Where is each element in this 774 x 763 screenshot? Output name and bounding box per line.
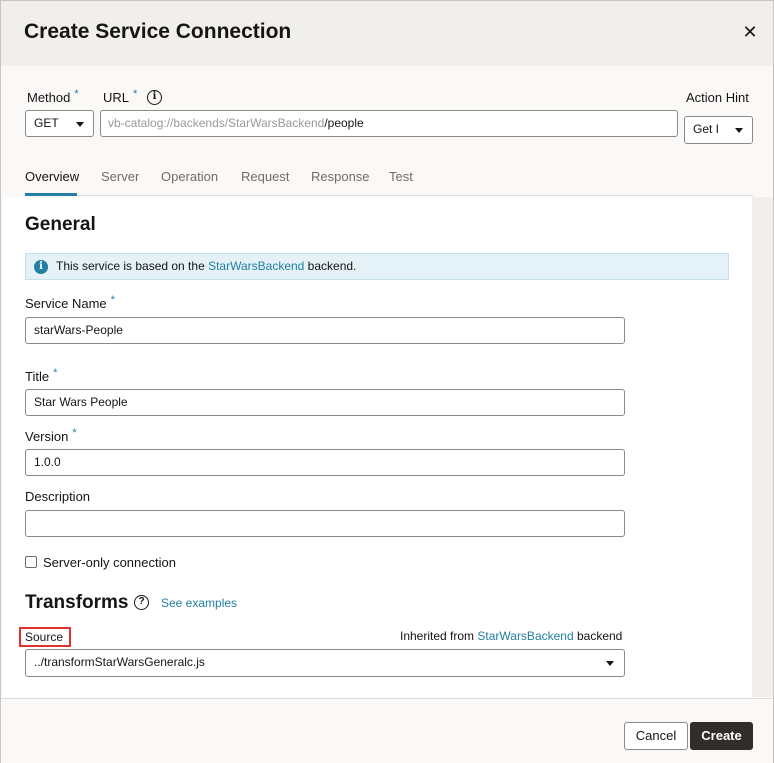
version-label-text: Version bbox=[25, 429, 69, 444]
title-label-text: Title bbox=[25, 369, 50, 384]
dialog-header: Create Service Connection ✕ bbox=[1, 1, 773, 66]
method-select[interactable]: GET bbox=[25, 110, 94, 137]
url-input[interactable]: vb-catalog://backends/StarWarsBackend/pe… bbox=[100, 110, 678, 137]
title-input[interactable]: Star Wars People bbox=[25, 389, 625, 416]
info-icon[interactable]: i bbox=[147, 90, 162, 105]
info-banner: i This service is based on the StarWarsB… bbox=[25, 253, 729, 280]
url-path: /people bbox=[324, 116, 364, 130]
url-label: URL * bbox=[103, 88, 138, 105]
required-marker: * bbox=[53, 367, 58, 379]
method-value: GET bbox=[34, 116, 59, 130]
tab-bar: Overview Server Operation Request Respon… bbox=[25, 161, 753, 196]
required-marker: * bbox=[110, 294, 115, 306]
service-name-label: Service Name * bbox=[25, 294, 115, 311]
inherited-backend-link[interactable]: StarWarsBackend bbox=[477, 629, 573, 643]
action-hint-label: Action Hint bbox=[686, 90, 749, 105]
transforms-heading: Transforms bbox=[25, 592, 129, 613]
inherited-prefix: Inherited from bbox=[400, 629, 478, 643]
see-examples-link[interactable]: See examples bbox=[161, 596, 237, 610]
required-marker: * bbox=[74, 88, 79, 100]
description-label: Description bbox=[25, 489, 91, 504]
create-button[interactable]: Create bbox=[690, 722, 753, 750]
server-only-checkbox[interactable] bbox=[25, 556, 37, 568]
active-tab-indicator bbox=[25, 193, 77, 196]
tab-request[interactable]: Request bbox=[241, 169, 289, 184]
banner-text-suffix: backend. bbox=[304, 259, 357, 273]
banner-text-prefix: This service is based on the bbox=[56, 259, 209, 273]
action-hint-select[interactable]: Get I bbox=[684, 116, 753, 144]
tab-test[interactable]: Test bbox=[389, 169, 413, 184]
scrollbar-track[interactable] bbox=[752, 197, 773, 697]
create-service-connection-dialog: Create Service Connection ✕ Method * URL *… bbox=[0, 0, 774, 763]
version-input[interactable]: 1.0.0 bbox=[25, 449, 625, 476]
tab-overview[interactable]: Overview bbox=[25, 169, 79, 184]
chevron-down-icon bbox=[76, 122, 84, 127]
source-value: ../transformStarWarsGeneralc.js bbox=[34, 655, 205, 669]
method-label-text: Method bbox=[27, 90, 71, 105]
cancel-button[interactable]: Cancel bbox=[624, 722, 688, 750]
url-label-text: URL bbox=[103, 90, 130, 105]
version-label: Version * bbox=[25, 427, 77, 444]
server-only-label: Server-only connection bbox=[43, 555, 176, 570]
inherited-suffix: backend bbox=[573, 629, 623, 643]
close-icon[interactable]: ✕ bbox=[739, 21, 761, 43]
general-heading: General bbox=[25, 214, 96, 235]
dialog-footer: Cancel Create bbox=[1, 698, 773, 763]
method-label: Method * bbox=[27, 88, 79, 105]
tab-response[interactable]: Response bbox=[311, 169, 370, 184]
dialog-title: Create Service Connection bbox=[24, 20, 292, 43]
url-prefix: vb-catalog://backends/StarWarsBackend bbox=[108, 116, 325, 130]
title-label: Title * bbox=[25, 367, 58, 384]
required-marker: * bbox=[133, 88, 138, 100]
source-label: Source bbox=[19, 627, 71, 647]
service-name-input[interactable]: starWars-People bbox=[25, 317, 625, 344]
tab-server[interactable]: Server bbox=[101, 169, 139, 184]
action-hint-value: Get I bbox=[693, 122, 720, 136]
source-select[interactable]: ../transformStarWarsGeneralc.js bbox=[25, 649, 625, 677]
chevron-down-icon bbox=[735, 128, 743, 133]
chevron-down-icon bbox=[606, 661, 614, 666]
tab-operation[interactable]: Operation bbox=[161, 169, 218, 184]
backend-link[interactable]: StarWarsBackend bbox=[208, 259, 304, 273]
required-marker: * bbox=[72, 427, 77, 439]
inherited-note: Inherited from StarWarsBackend backend bbox=[400, 629, 622, 643]
help-icon[interactable]: ? bbox=[134, 595, 149, 610]
info-icon: i bbox=[34, 260, 48, 274]
tab-overview-label: Overview bbox=[25, 169, 80, 184]
service-name-label-text: Service Name bbox=[25, 296, 107, 311]
description-input[interactable] bbox=[25, 510, 625, 537]
